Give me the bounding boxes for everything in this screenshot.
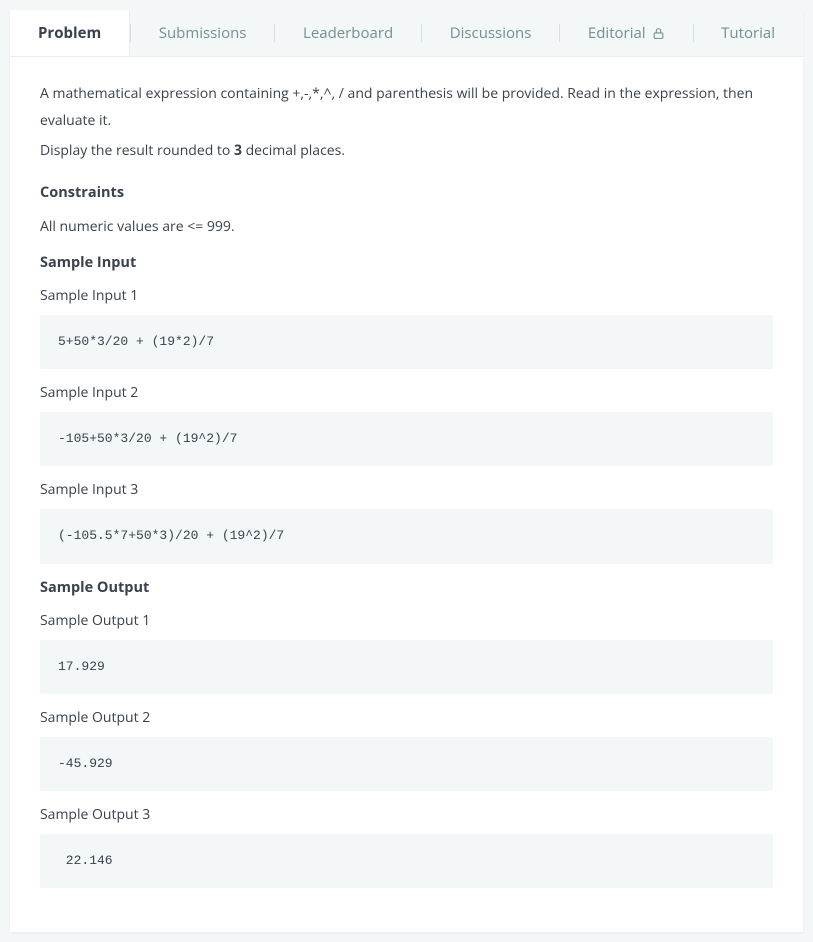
tab-label: Tutorial (721, 23, 775, 43)
tab-problem[interactable]: Problem (10, 10, 130, 56)
sample-output-code: 17.929 (40, 640, 773, 694)
sample-output-heading: Sample Output (40, 578, 773, 597)
tab-leaderboard[interactable]: Leaderboard (275, 10, 421, 56)
lock-icon (652, 27, 665, 40)
decimal-places: 3 (234, 141, 242, 160)
tab-tutorial[interactable]: Tutorial (693, 10, 803, 56)
sample-output-code: -45.929 (40, 737, 773, 791)
tab-label: Submissions (159, 23, 247, 43)
tab-label: Problem (38, 23, 101, 43)
tab-label: Editorial (588, 23, 646, 43)
constraints-heading: Constraints (40, 183, 773, 202)
description-line: Display the result rounded to 3 decimal … (40, 138, 773, 165)
sample-output-code: 22.146 (40, 834, 773, 888)
sample-input-code: 5+50*3/20 + (19*2)/7 (40, 315, 773, 369)
description-text: decimal places. (242, 141, 345, 160)
problem-content: A mathematical expression containing +,-… (10, 57, 803, 932)
description-line: A mathematical expression containing +,-… (40, 81, 773, 134)
sample-input-code: (-105.5*7+50*3)/20 + (19^2)/7 (40, 509, 773, 563)
description-text: Display the result rounded to (40, 141, 234, 160)
sample-input-label: Sample Input 2 (40, 383, 773, 402)
tab-label: Discussions (450, 23, 532, 43)
sample-output-label: Sample Output 1 (40, 611, 773, 630)
tab-discussions[interactable]: Discussions (422, 10, 560, 56)
tab-submissions[interactable]: Submissions (131, 10, 275, 56)
tabs-bar: Problem Submissions Leaderboard Discussi… (10, 10, 803, 57)
tab-editorial[interactable]: Editorial (560, 10, 693, 56)
sample-input-code: -105+50*3/20 + (19^2)/7 (40, 412, 773, 466)
tab-label: Leaderboard (303, 23, 393, 43)
sample-output-label: Sample Output 2 (40, 708, 773, 727)
sample-output-label: Sample Output 3 (40, 805, 773, 824)
constraints-text: All numeric values are <= 999. (40, 214, 773, 239)
problem-card: Problem Submissions Leaderboard Discussi… (10, 10, 803, 932)
sample-input-heading: Sample Input (40, 253, 773, 272)
sample-input-label: Sample Input 3 (40, 480, 773, 499)
sample-input-label: Sample Input 1 (40, 286, 773, 305)
